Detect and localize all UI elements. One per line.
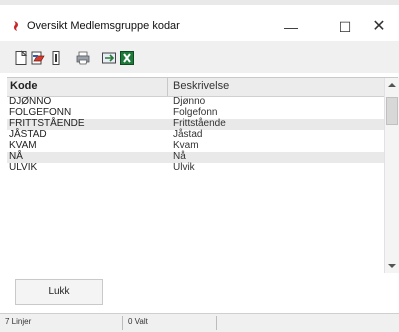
close-button[interactable]: ✕ xyxy=(359,13,399,41)
cell-beskrivelse: Nå xyxy=(173,151,186,162)
print-icon[interactable] xyxy=(75,50,91,66)
cell-kode: NÅ xyxy=(9,151,23,162)
lukk-button[interactable]: Lukk xyxy=(15,279,103,305)
scroll-thumb[interactable] xyxy=(386,97,398,125)
cell-kode: KVAM xyxy=(9,140,37,151)
header-beskrivelse[interactable]: Beskrivelse xyxy=(173,80,229,92)
status-bar: 7 Linjer 0 Valt xyxy=(0,313,399,332)
header-separator[interactable] xyxy=(167,78,168,96)
table-row[interactable]: ULVIK Ulvik xyxy=(7,162,384,174)
status-divider xyxy=(216,316,217,330)
minimize-button[interactable]: — xyxy=(271,13,311,41)
cell-beskrivelse: Kvam xyxy=(173,140,199,151)
status-divider xyxy=(122,316,123,330)
open-icon[interactable] xyxy=(30,50,46,66)
cell-kode: JÅSTAD xyxy=(9,129,47,140)
app-icon xyxy=(13,21,18,31)
table-header: Kode Beskrivelse xyxy=(7,78,384,97)
export-icon[interactable] xyxy=(101,50,117,66)
new-doc-icon[interactable] xyxy=(13,50,29,66)
cell-beskrivelse: Djønno xyxy=(173,96,206,107)
toolbar xyxy=(0,41,399,73)
table-row[interactable]: KVAM Kvam xyxy=(7,140,384,152)
delete-icon[interactable] xyxy=(48,50,64,66)
header-kode[interactable]: Kode xyxy=(10,80,38,92)
cell-beskrivelse: Frittstående xyxy=(173,118,226,129)
scroll-up-icon[interactable] xyxy=(388,83,396,87)
cell-beskrivelse: Ulvik xyxy=(173,162,195,173)
table-row[interactable]: NÅ Nå xyxy=(7,151,384,163)
vertical-scrollbar[interactable] xyxy=(384,78,399,273)
cell-kode: FRITTSTÅENDE xyxy=(9,118,85,129)
cell-kode: FOLGEFONN xyxy=(9,107,72,118)
title-bar: Oversikt Medlemsgruppe kodar — ☐ ✕ xyxy=(0,5,399,41)
excel-icon[interactable] xyxy=(119,50,135,66)
cell-kode: DJØNNO xyxy=(9,96,52,107)
status-selected: 0 Valt xyxy=(128,317,148,326)
cell-kode: ULVIK xyxy=(9,162,38,173)
table-body: DJØNNO Djønno FOLGEFONN Folgefonn FRITTS… xyxy=(7,96,384,174)
window-title: Oversikt Medlemsgruppe kodar xyxy=(27,20,180,32)
status-lines: 7 Linjer xyxy=(5,317,32,326)
cell-beskrivelse: Folgefonn xyxy=(173,107,218,118)
scroll-down-icon[interactable] xyxy=(388,264,396,268)
members-table: Kode Beskrivelse DJØNNO Djønno FOLGEFONN… xyxy=(7,77,399,273)
cell-beskrivelse: Jåstad xyxy=(173,129,203,140)
